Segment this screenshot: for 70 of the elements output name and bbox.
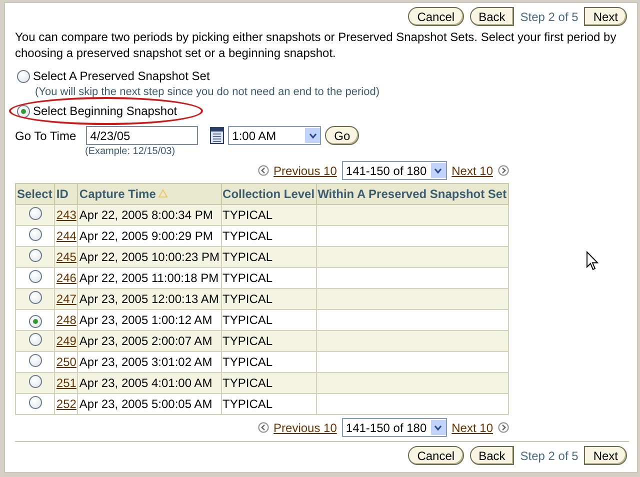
- table-cell: Apr 22, 2005 9:00:29 PM: [78, 226, 222, 246]
- table-cell: TYPICAL: [221, 268, 316, 288]
- radio-button[interactable]: [17, 70, 30, 82]
- table-cell: TYPICAL: [221, 204, 316, 226]
- table-cell: Apr 23, 2005 2:00:07 AM: [78, 330, 222, 352]
- go-button[interactable]: Go: [325, 126, 360, 145]
- column-header[interactable]: Capture Time: [78, 184, 222, 204]
- column-header[interactable]: Within A Preserved Snapshot Set: [316, 184, 508, 204]
- step-indicator: Step 2 of 5: [520, 448, 578, 462]
- previous-icon[interactable]: [258, 165, 269, 176]
- step-indicator: Step 2 of 5: [520, 10, 578, 24]
- table-cell: TYPICAL: [221, 352, 316, 372]
- option-label: Select A Preserved Snapshot Set: [33, 69, 210, 83]
- row-radio-button[interactable]: [28, 375, 42, 388]
- row-radio-button[interactable]: [28, 396, 42, 409]
- column-header[interactable]: Collection Level: [221, 184, 316, 204]
- back-button[interactable]: Back: [470, 7, 514, 26]
- range-dropdown[interactable]: 141-150 of 180: [342, 418, 447, 437]
- mouse-pointer-icon: [586, 251, 599, 271]
- table-cell: Apr 23, 2005 1:00:12 AM: [78, 310, 222, 330]
- next-link[interactable]: Next 10: [452, 164, 493, 178]
- date-field[interactable]: 4/23/05: [86, 126, 198, 145]
- previous-link[interactable]: Previous 10: [274, 164, 337, 178]
- calendar-icon[interactable]: [210, 127, 224, 144]
- previous-link[interactable]: Previous 10: [274, 420, 337, 434]
- row-radio-button[interactable]: [28, 228, 42, 241]
- table-cell: TYPICAL: [221, 226, 316, 246]
- table-cell: TYPICAL: [221, 310, 316, 330]
- column-header[interactable]: ID: [54, 184, 78, 204]
- time-dropdown[interactable]: 1:00 AM: [228, 126, 322, 145]
- next-icon[interactable]: [498, 422, 509, 433]
- previous-icon[interactable]: [258, 422, 269, 433]
- date-hint: (Example: 12/15/03): [85, 146, 176, 157]
- table-cell: TYPICAL: [221, 330, 316, 352]
- row-radio-button[interactable]: [28, 207, 42, 220]
- row-radio-button[interactable]: [28, 270, 42, 283]
- table-cell: Apr 22, 2005 8:00:34 PM: [78, 204, 222, 226]
- row-radio-button[interactable]: [28, 249, 42, 262]
- chevron-down-icon[interactable]: [434, 168, 442, 174]
- next-button[interactable]: Next: [584, 7, 627, 26]
- next-link[interactable]: Next 10: [452, 420, 493, 434]
- back-button[interactable]: Back: [470, 446, 514, 465]
- row-radio-button[interactable]: [28, 354, 42, 367]
- table-cell: Apr 22, 2005 11:00:18 PM: [78, 268, 222, 288]
- row-radio-button[interactable]: [28, 314, 42, 328]
- table-cell: TYPICAL: [221, 394, 316, 414]
- intro-text: You can compare two periods by picking either snapshots or Preserved Snapshot Sets. Select your first period by choosing a preserved snapshot set or a beginning snapshot.: [15, 29, 618, 61]
- cancel-button[interactable]: Cancel: [408, 446, 464, 465]
- sort-icon: [158, 189, 168, 198]
- table-cell: TYPICAL: [221, 288, 316, 310]
- table-cell: Apr 23, 2005 4:01:00 AM: [78, 372, 222, 394]
- cancel-button[interactable]: Cancel: [408, 7, 464, 26]
- range-dropdown[interactable]: 141-150 of 180: [342, 161, 447, 180]
- next-icon[interactable]: [498, 165, 509, 176]
- table-cell: Apr 23, 2005 12:00:13 AM: [78, 288, 222, 310]
- chevron-down-icon[interactable]: [434, 424, 442, 430]
- table-cell: Apr 23, 2005 5:00:05 AM: [78, 394, 222, 414]
- field-label: Go To Time: [15, 128, 76, 142]
- chevron-down-icon[interactable]: [308, 132, 317, 138]
- radio-button[interactable]: [17, 104, 30, 118]
- row-radio-button[interactable]: [28, 291, 42, 304]
- table-cell: TYPICAL: [221, 372, 316, 394]
- table-cell: TYPICAL: [221, 246, 316, 268]
- row-radio-button[interactable]: [28, 333, 42, 346]
- next-button[interactable]: Next: [584, 446, 627, 465]
- table-cell: Apr 23, 2005 3:01:02 AM: [78, 352, 222, 372]
- table-cell: Apr 22, 2005 10:00:23 PM: [78, 246, 222, 268]
- column-header[interactable]: Select: [16, 184, 55, 204]
- option-note: (You will skip the next step since you do not need an end to the period): [35, 86, 380, 98]
- option-label: Select Beginning Snapshot: [33, 104, 178, 118]
